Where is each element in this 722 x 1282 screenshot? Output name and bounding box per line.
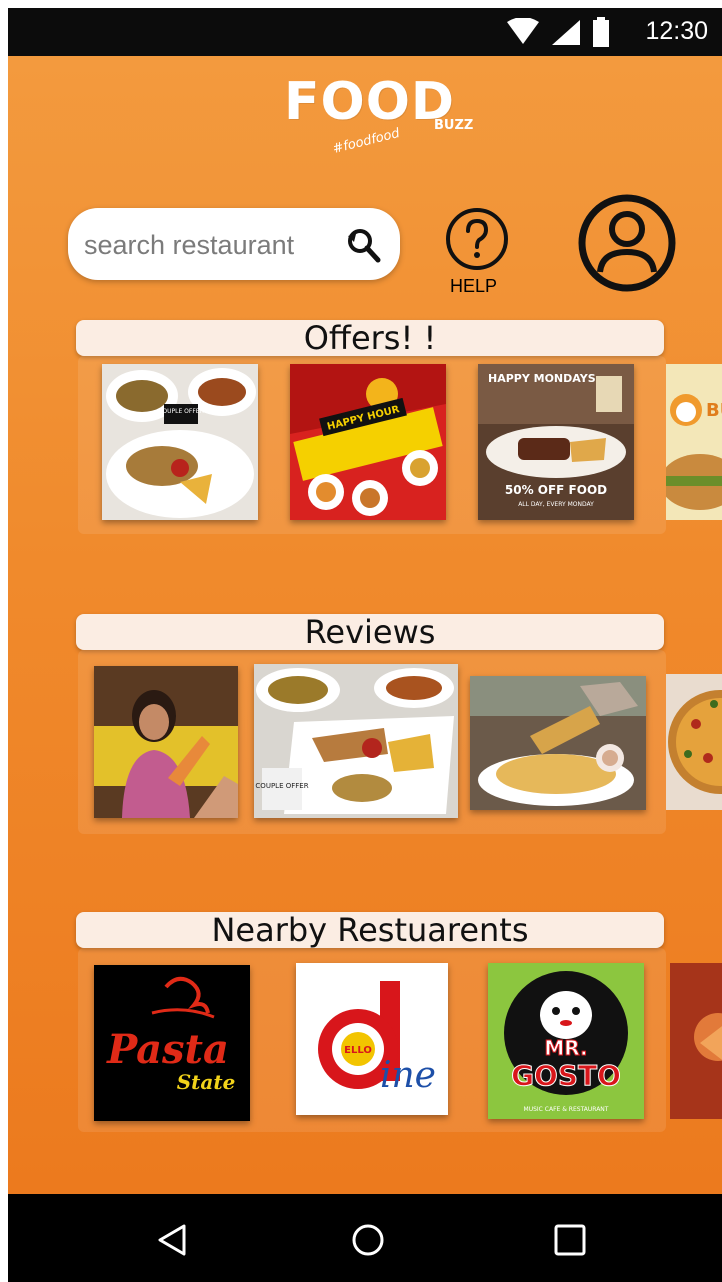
logo-sub-text: BUZZ (434, 118, 474, 133)
navigation-bar (8, 1194, 722, 1282)
search-icon[interactable] (344, 226, 382, 264)
review-image-person (94, 666, 238, 818)
battery-icon (593, 17, 609, 47)
search-bar[interactable] (68, 208, 400, 280)
help-button[interactable]: HELP (442, 206, 514, 300)
hello-dine-small-text: ELLO (344, 1045, 372, 1056)
restaurant-logo-hello-dine: ELLO ine (296, 963, 448, 1115)
nearby-carousel[interactable]: Pasta State ELLO ine MR. GOSTO MUSIC CAF… (78, 948, 722, 1132)
mr-gosto-prefix: MR. (544, 1036, 587, 1060)
offer-mondays-detail: ALL DAY, EVERY MONDAY (518, 501, 594, 508)
review-image-platter: COUPLE OFFER (254, 664, 458, 818)
app-body: FOOD BUZZ #foodfood HELP (8, 56, 722, 1194)
recents-icon[interactable] (552, 1222, 588, 1258)
status-icons (506, 17, 610, 47)
review-image-pizza (666, 674, 722, 810)
restaurant-logo-pasta-state: Pasta State (94, 965, 250, 1121)
offer-image-happy-hour: HAPPY HOUR (290, 364, 446, 520)
help-label: HELP (450, 276, 498, 296)
reviews-title: Reviews (76, 614, 664, 651)
mr-gosto-name: GOSTO (511, 1059, 621, 1092)
review-card-3[interactable] (470, 676, 646, 810)
app-logo: FOOD BUZZ #foodfood (278, 70, 478, 162)
reviews-carousel[interactable]: COUPLE OFFER (78, 650, 722, 834)
back-icon[interactable] (154, 1222, 190, 1258)
offer-couple-text: COUPLE OFFER (158, 408, 204, 415)
phone-screen: 12:30 FOOD BUZZ #foodfood HELP (8, 8, 722, 1282)
review-card-1[interactable] (94, 666, 238, 818)
offers-carousel[interactable]: COUPLE OFFER HAPPY HOUR HAPPY MONDAYS 50… (78, 356, 722, 534)
home-icon[interactable] (350, 1222, 386, 1258)
offer-image-burger: BU (666, 364, 722, 520)
offer-image-couple: COUPLE OFFER (102, 364, 258, 520)
offer-card-burger[interactable]: BU (666, 364, 722, 520)
restaurant-card-mr-gosto[interactable]: MR. GOSTO MUSIC CAFE & RESTAURANT (488, 963, 644, 1119)
restaurant-card-pasta-state[interactable]: Pasta State (94, 965, 250, 1121)
search-input[interactable] (82, 222, 340, 268)
profile-icon[interactable] (578, 194, 676, 292)
signal-icon (552, 20, 580, 45)
pasta-state-title: Pasta (106, 1026, 229, 1073)
restaurant-logo-mr-gosto: MR. GOSTO MUSIC CAFE & RESTAURANT (488, 963, 644, 1119)
restaurant-logo-partial (670, 963, 722, 1119)
offer-image-happy-mondays: HAPPY MONDAYS 50% OFF FOOD ALL DAY, EVER… (478, 364, 634, 520)
offer-card-happy-mondays[interactable]: HAPPY MONDAYS 50% OFF FOOD ALL DAY, EVER… (478, 364, 634, 520)
offer-burger-text: BU (706, 400, 722, 421)
review-card-2[interactable]: COUPLE OFFER (254, 664, 458, 818)
status-bar: 12:30 (8, 8, 722, 56)
review-platter-text: COUPLE OFFER (255, 782, 308, 790)
review-image-biryani (470, 676, 646, 810)
review-card-4[interactable] (666, 674, 722, 810)
logo-main-text: FOOD (284, 72, 456, 132)
mr-gosto-tagline: MUSIC CAFE & RESTAURANT (524, 1106, 609, 1113)
help-icon (446, 208, 508, 270)
wifi-icon (507, 18, 539, 44)
restaurant-card-partial[interactable] (670, 963, 722, 1119)
offer-mondays-title: HAPPY MONDAYS (488, 372, 596, 385)
hello-dine-script-text: ine (380, 1055, 436, 1096)
offer-card-couple[interactable]: COUPLE OFFER (102, 364, 258, 520)
offer-card-happy-hour[interactable]: HAPPY HOUR (290, 364, 446, 520)
restaurant-card-hello-dine[interactable]: ELLO ine (296, 963, 448, 1115)
status-time: 12:30 (645, 17, 708, 45)
offer-mondays-discount: 50% OFF FOOD (505, 483, 607, 497)
nearby-title: Nearby Restuarents (76, 912, 664, 949)
offers-title: Offers! ! (76, 320, 664, 357)
pasta-state-subtitle: State (177, 1070, 236, 1094)
